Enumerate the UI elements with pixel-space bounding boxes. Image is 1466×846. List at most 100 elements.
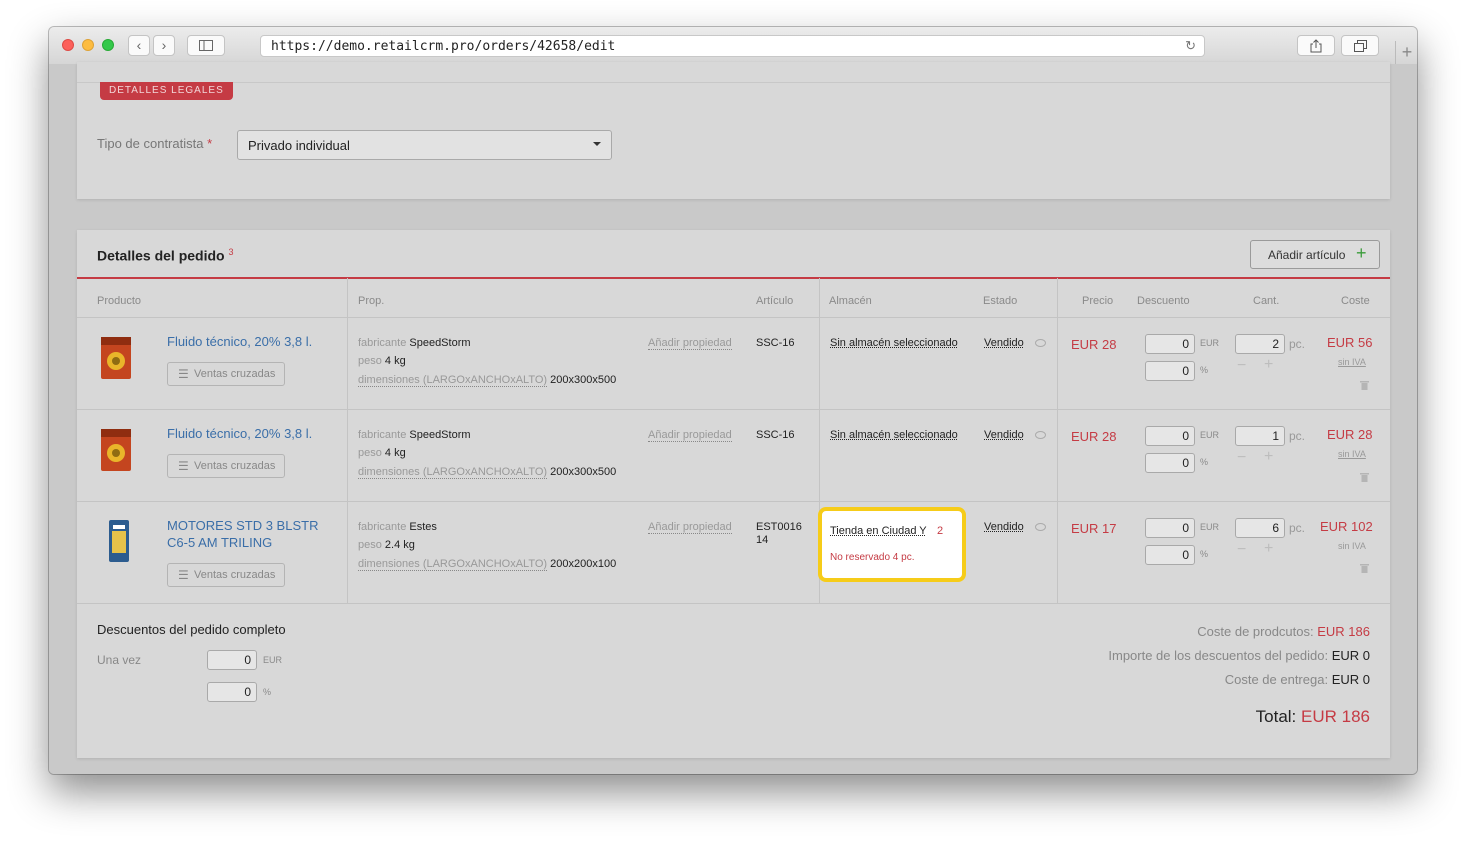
add-item-button[interactable]: Añadir artículo + [1250,240,1380,269]
col-discount: Descuento [1137,295,1190,307]
col-prop: Prop. [358,295,385,307]
status-link[interactable]: Vendido [984,521,1024,533]
prop-weight: peso 4 kg [358,355,406,367]
prop-dims: dimensiones (LARGOxANCHOxALTO) 200x300x5… [358,466,617,479]
product-name-link[interactable]: Fluido técnico, 20% 3,8 l. [167,333,312,350]
plus-icon[interactable]: + [1264,356,1273,374]
vat-label: sin IVA [1338,541,1366,551]
warehouse-stock-count: 2 [937,525,944,537]
trash-icon[interactable] [1360,563,1369,573]
vat-link[interactable]: sin IVA [1338,449,1366,459]
add-property-link[interactable]: Añadir propiedad [648,337,732,350]
comment-icon[interactable] [1035,523,1046,531]
status-link[interactable]: Vendido [984,429,1024,441]
product-name-link[interactable]: Fluido técnico, 20% 3,8 l. [167,425,312,442]
col-warehouse: Almacén [829,295,872,307]
discount-pct-input[interactable]: 0 [1145,545,1195,565]
sidebar-toggle-button[interactable] [187,35,225,56]
back-button[interactable]: ‹ [128,35,150,56]
qty-input[interactable]: 6 [1235,518,1285,538]
minus-icon[interactable]: − [1237,357,1246,375]
article-code: EST0016 14 [756,521,802,546]
unit-pct: % [1200,365,1209,375]
article-code: SSC-16 [756,429,795,441]
prop-dims: dimensiones (LARGOxANCHOxALTO) 200x200x1… [358,558,617,571]
forward-button[interactable]: › [153,35,175,56]
add-property-link[interactable]: Añadir propiedad [648,429,732,442]
minus-icon[interactable]: − [1237,541,1246,559]
cross-sell-button[interactable]: ☰ Ventas cruzadas [167,563,285,587]
total-row: Total: EUR 186 [1255,707,1370,726]
warehouse-link[interactable]: Sin almacén seleccionado [830,337,958,349]
required-mark: * [207,136,213,151]
prop-weight: peso 2.4 kg [358,539,415,551]
header-divider [77,317,1390,318]
item-price: EUR 28 [1071,337,1117,352]
contractor-type-select[interactable]: Privado individual [237,130,612,160]
unit-pct: % [263,687,272,697]
comment-icon[interactable] [1035,339,1046,347]
prop-maker: fabricante SpeedStorm [358,337,471,349]
plus-icon[interactable]: + [1264,448,1273,466]
plus-icon[interactable]: + [1264,540,1273,558]
products-cost-row: Coste de prodcutos: EUR 186 [1197,624,1370,639]
close-window-button[interactable] [62,39,74,51]
warehouse-link[interactable]: Sin almacén seleccionado [830,429,958,441]
order-discount-row: Importe de los descuentos del pedido: EU… [1108,648,1370,663]
list-icon: ☰ [178,568,189,582]
col-status: Estado [983,295,1018,307]
share-icon [1310,39,1322,53]
tabs-overview-button[interactable] [1341,35,1379,56]
cross-sell-button[interactable]: ☰ Ventas cruzadas [167,454,285,478]
discount-pct-input[interactable]: 0 [1145,453,1195,473]
prop-weight: peso 4 kg [358,447,406,459]
qty-input[interactable]: 1 [1235,426,1285,446]
prop-maker: fabricante Estes [358,521,437,533]
card-divider [77,82,1390,83]
trash-icon[interactable] [1360,380,1369,390]
title-underline [77,277,1390,279]
add-item-label: Añadir artículo [1268,248,1346,262]
vat-link[interactable]: sin IVA [1338,357,1366,367]
discount-eur-input[interactable]: 0 [1145,426,1195,446]
item-cost: EUR 102 [1320,519,1373,534]
discount-eur-input[interactable]: 0 [1145,518,1195,538]
cross-sell-button[interactable]: ☰ Ventas cruzadas [167,362,285,386]
article-code: SSC-16 [756,337,795,349]
product-name-link[interactable]: MOTORES STD 3 BLSTR C6-5 AM TRILING [167,517,318,551]
discount-eur-input[interactable]: 0 [1145,334,1195,354]
order-discount-eur-input[interactable]: 0 [207,650,257,670]
legal-details-card: DETALLES LEGALES Tipo de contratista * P… [77,62,1390,199]
discount-pct-input[interactable]: 0 [1145,361,1195,381]
trash-icon[interactable] [1360,472,1369,482]
minus-icon[interactable]: − [1237,449,1246,467]
add-property-link[interactable]: Añadir propiedad [648,521,732,534]
unit-eur: EUR [1200,430,1220,440]
order-discount-pct-input[interactable]: 0 [207,682,257,702]
minimize-window-button[interactable] [82,39,94,51]
col-product: Producto [97,295,142,307]
new-tab-button[interactable]: + [1395,41,1417,64]
items-count: 3 [228,247,234,257]
reload-icon[interactable]: ↻ [1185,38,1196,54]
zoom-window-button[interactable] [102,39,114,51]
comment-icon[interactable] [1035,431,1046,439]
product-thumbnail[interactable] [99,333,133,381]
status-link[interactable]: Vendido [984,337,1024,349]
product-thumbnail[interactable] [99,425,133,473]
address-bar[interactable]: https://demo.retailcrm.pro/orders/42658/… [260,35,1205,57]
order-details-title: Detalles del pedido 3 [97,247,234,264]
list-icon: ☰ [178,459,189,473]
products-cost-value: EUR 186 [1317,624,1370,639]
contractor-type-value: Privado individual [248,138,350,153]
product-thumbnail[interactable] [107,517,131,565]
unit-eur: EUR [1200,338,1220,348]
qty-input[interactable]: 2 [1235,334,1285,354]
share-button[interactable] [1297,35,1335,56]
total-value: EUR 186 [1301,707,1370,726]
col-price: Precio [1082,295,1114,307]
warehouse-link[interactable]: Tienda en Ciudad Y [830,525,927,537]
order-discounts-title: Descuentos del pedido completo [97,622,286,637]
browser-window: ‹ › https://demo.retailcrm.pro/orders/42… [49,27,1417,774]
unit-pc: pc. [1289,429,1306,443]
